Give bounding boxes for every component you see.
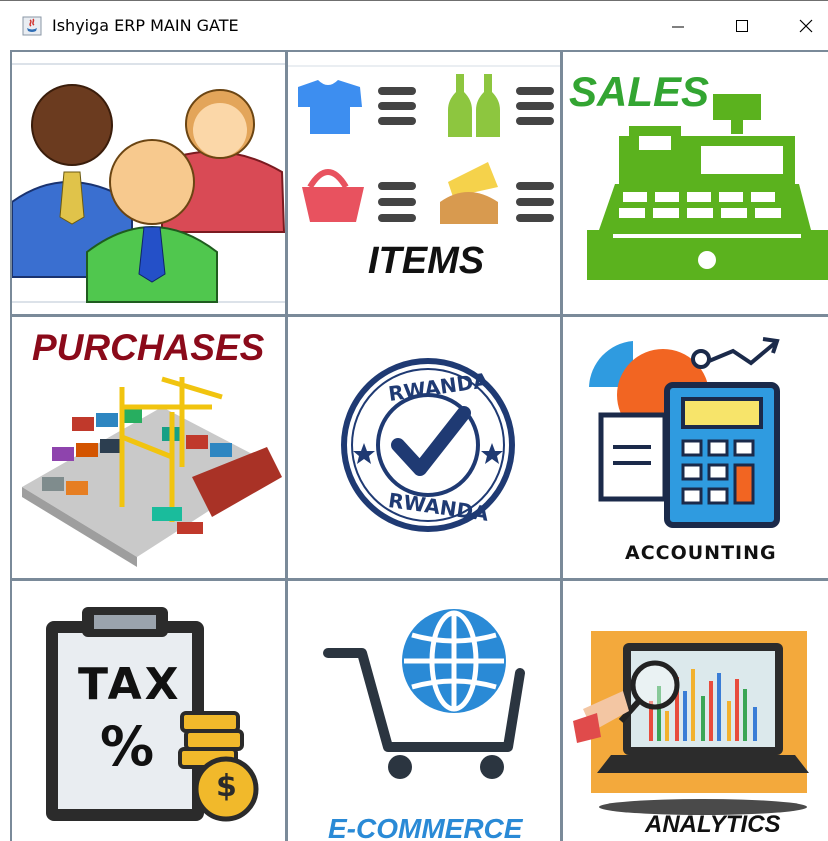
title-bar: Ishyiga ERP MAIN GATE (0, 0, 828, 50)
minimize-button[interactable] (646, 1, 710, 51)
analytics-label: ANALYTICS (645, 811, 781, 838)
tile-sales[interactable]: SALES (563, 52, 828, 314)
window-title: Ishyiga ERP MAIN GATE (52, 16, 239, 35)
tax-text: TAX (78, 659, 182, 710)
rwanda-stamp-icon (288, 317, 560, 578)
users-icon (12, 52, 285, 314)
minimize-icon (672, 26, 684, 28)
items-label: ITEMS (368, 240, 485, 282)
close-icon (799, 19, 813, 33)
tile-rwanda[interactable]: RWANDA RWANDA (288, 317, 560, 578)
dollar-sign: $ (216, 769, 237, 804)
ecommerce-label: E-COMMERCE (328, 813, 523, 841)
calculator-icon (563, 317, 828, 578)
port-icon (12, 317, 285, 578)
tile-ecommerce[interactable]: E-COMMERCE (288, 581, 560, 841)
close-button[interactable] (774, 1, 828, 51)
tile-items[interactable]: ITEMS (288, 52, 560, 314)
tile-analytics[interactable]: ANALYTICS (563, 581, 828, 841)
tile-users[interactable] (12, 52, 285, 314)
tile-accounting[interactable]: ACCOUNTING (563, 317, 828, 578)
java-app-icon (22, 16, 42, 36)
tile-purchases[interactable]: PURCHASES (12, 317, 285, 578)
analytics-screen-icon (563, 581, 828, 841)
tile-tax[interactable]: TAX % $ (12, 581, 285, 841)
cash-register-icon (563, 52, 828, 314)
tax-percent: % (100, 715, 155, 778)
maximize-button[interactable] (710, 1, 774, 51)
shopping-cart-globe-icon (288, 581, 560, 841)
tax-clipboard-icon (12, 581, 285, 841)
module-grid: ITEMS SALES PURCHASES RWANDA RWANDA ACCO… (10, 50, 828, 841)
maximize-icon (736, 20, 748, 32)
accounting-label: ACCOUNTING (625, 542, 777, 564)
